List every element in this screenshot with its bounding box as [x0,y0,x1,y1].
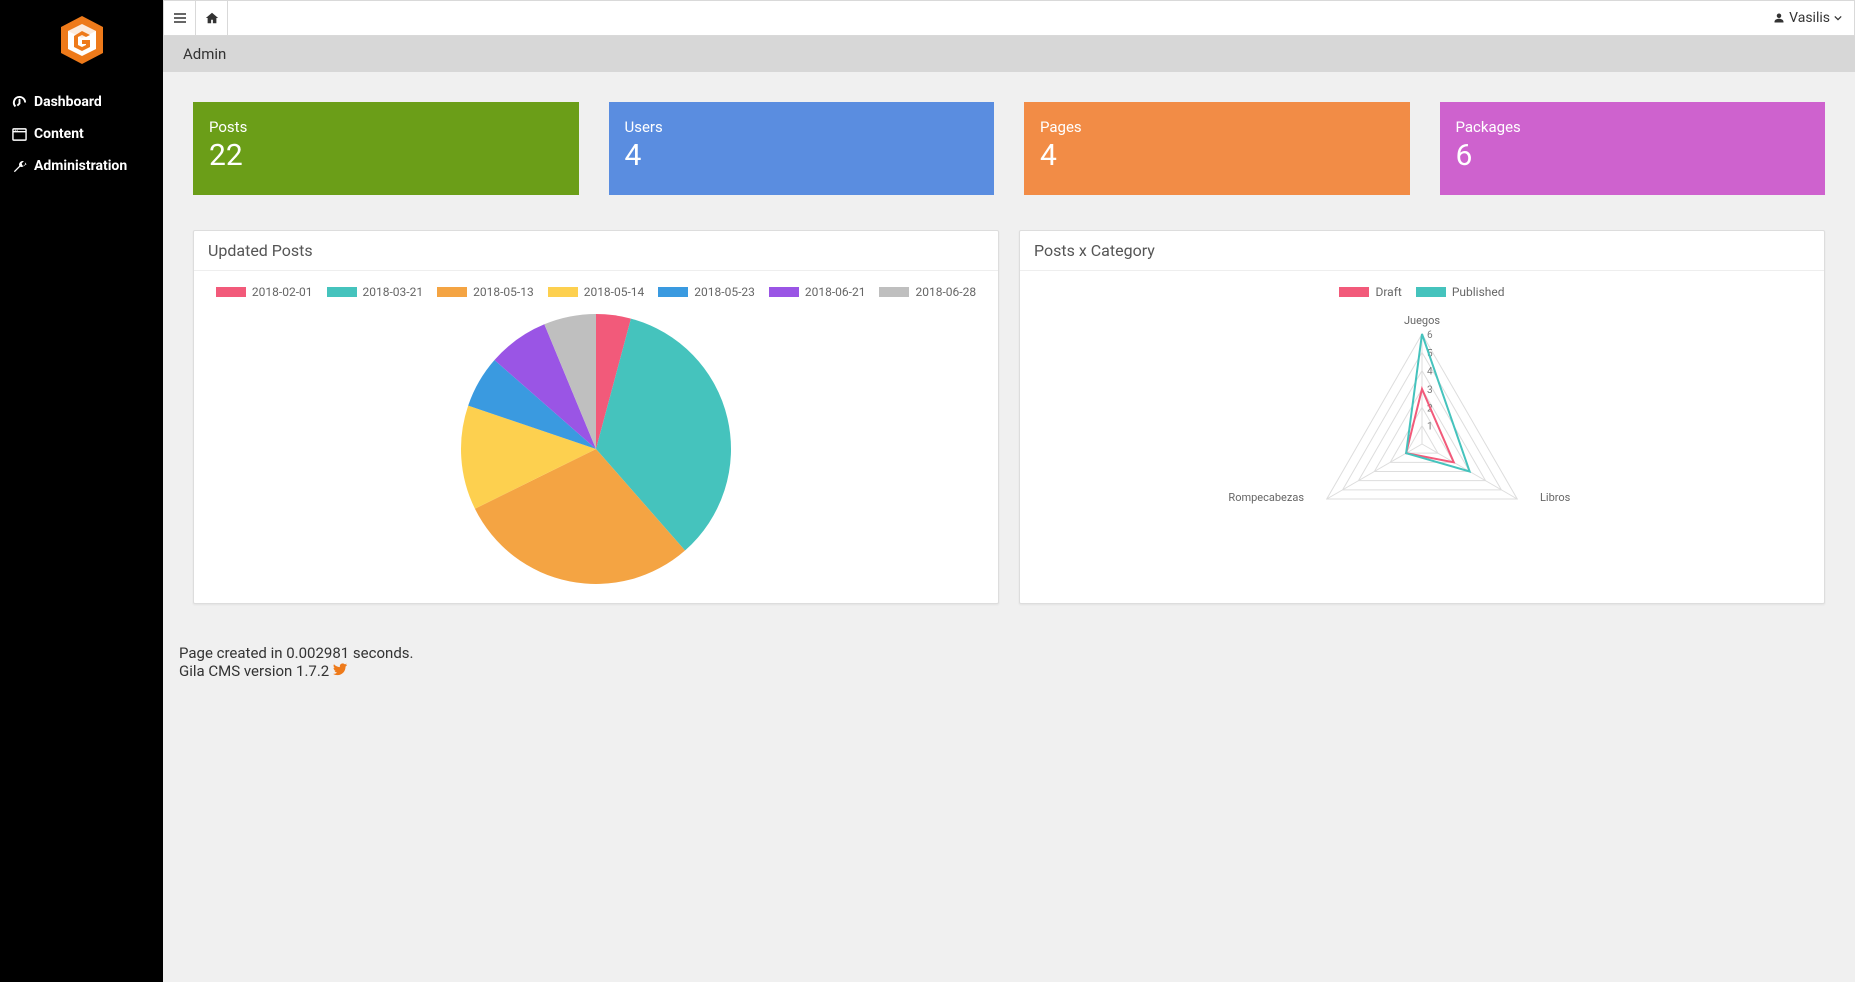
footer: Page created in 0.002981 seconds. Gila C… [173,644,1825,700]
legend-swatch [1416,287,1446,297]
stat-title: Posts [209,118,563,136]
panel-title: Posts x Category [1020,231,1824,271]
legend-swatch [1339,287,1369,297]
legend-swatch [437,287,467,297]
footer-line2: Gila CMS version 1.7.2 [179,662,329,680]
menu-toggle-button[interactable] [164,1,196,35]
radar-tick-label: 6 [1427,330,1433,341]
radar-chart-wrap: 123456JuegosLibrosRompecabezas [1032,309,1812,569]
main: Vasilis Admin Posts 22 Users 4 Pages 4 P… [163,0,1855,982]
content-icon [12,127,27,142]
legend-item[interactable]: Published [1416,285,1505,299]
panel-body: DraftPublished 123456JuegosLibrosRompeca… [1020,271,1824,583]
sidebar-item-administration[interactable]: Administration [0,150,163,182]
legend-label: 2018-05-13 [473,285,534,299]
sidebar: Dashboard Content Administration [0,0,163,982]
sidebar-item-label: Administration [34,158,127,174]
panel-updated-posts: Updated Posts 2018-02-012018-03-212018-0… [193,230,999,604]
legend-swatch [327,287,357,297]
stat-card-posts[interactable]: Posts 22 [193,102,579,195]
user-name: Vasilis [1789,10,1830,26]
content: Posts 22 Users 4 Pages 4 Packages 6 Upda… [163,72,1855,982]
hamburger-icon [173,11,187,25]
legend-label: 2018-06-28 [915,285,976,299]
legend-item[interactable]: 2018-06-21 [769,285,866,299]
radar-legend: Draft Published [1032,285,1812,299]
radar-tick-label: 1 [1427,422,1433,433]
logo-icon [58,14,106,66]
sidebar-item-content[interactable]: Content [0,118,163,150]
footer-line1: Page created in 0.002981 seconds. [179,644,1825,662]
legend-swatch [879,287,909,297]
dashboard-icon [12,95,27,110]
stat-title: Users [625,118,979,136]
legend-label: 2018-05-14 [584,285,645,299]
legend-item[interactable]: 2018-05-23 [658,285,755,299]
panel-title: Updated Posts [194,231,998,271]
legend-swatch [658,287,688,297]
legend-swatch [216,287,246,297]
sidebar-item-label: Content [34,126,84,142]
radar-chart: 123456JuegosLibrosRompecabezas [1222,309,1622,569]
sidebar-item-dashboard[interactable]: Dashboard [0,86,163,118]
pie-chart-wrap [206,309,986,589]
legend-swatch [548,287,578,297]
legend-label: 2018-06-21 [805,285,866,299]
legend-item[interactable]: 2018-03-21 [327,285,424,299]
legend-swatch [769,287,799,297]
pie-legend: 2018-02-01 2018-03-21 2018-05-13 2018-05-14… [206,285,986,299]
radar-axis-label: Juegos [1404,314,1440,327]
radar-axis-label: Rompecabezas [1228,491,1304,504]
legend-label: Published [1452,285,1505,299]
stat-card-users[interactable]: Users 4 [609,102,995,195]
twitter-link[interactable] [333,662,347,680]
stat-card-packages[interactable]: Packages 6 [1440,102,1826,195]
legend-item[interactable]: 2018-05-14 [548,285,645,299]
panels: Updated Posts 2018-02-012018-03-212018-0… [193,230,1825,604]
stat-value: 4 [625,138,979,173]
wrench-icon [12,159,27,174]
sidebar-nav: Dashboard Content Administration [0,86,163,182]
legend-item[interactable]: 2018-05-13 [437,285,534,299]
legend-item[interactable]: Draft [1339,285,1401,299]
legend-label: 2018-02-01 [252,285,313,299]
breadcrumb-text: Admin [183,45,226,63]
stat-value: 6 [1456,138,1810,173]
user-menu[interactable]: Vasilis [1761,1,1854,35]
panel-posts-category: Posts x Category DraftPublished 123456Ju… [1019,230,1825,604]
home-icon [205,11,219,25]
footer-line2-wrap: Gila CMS version 1.7.2 [179,662,1825,680]
panel-body: 2018-02-01 2018-03-21 2018-05-13 2018-05-14… [194,271,998,603]
breadcrumb: Admin [163,36,1855,72]
stat-value: 22 [209,138,563,173]
legend-item[interactable]: 2018-06-28 [879,285,976,299]
stat-card-pages[interactable]: Pages 4 [1024,102,1410,195]
chevron-down-icon [1834,14,1842,22]
home-button[interactable] [196,1,228,35]
radar-tick-label: 3 [1427,385,1433,396]
stat-title: Pages [1040,118,1394,136]
sidebar-item-label: Dashboard [34,94,102,110]
topbar-left [164,1,228,35]
stat-row: Posts 22 Users 4 Pages 4 Packages 6 [193,102,1825,195]
stat-title: Packages [1456,118,1810,136]
legend-item[interactable]: 2018-02-01 [216,285,313,299]
topbar: Vasilis [163,0,1855,36]
pie-chart [456,309,736,589]
stat-value: 4 [1040,138,1394,173]
legend-label: 2018-03-21 [363,285,424,299]
user-icon [1773,12,1785,24]
logo [0,0,163,86]
legend-label: 2018-05-23 [694,285,755,299]
radar-tick-label: 4 [1427,367,1433,378]
radar-series [1406,334,1470,472]
twitter-icon [333,662,347,676]
legend-label: Draft [1375,285,1401,299]
radar-axis-label: Libros [1540,491,1571,504]
